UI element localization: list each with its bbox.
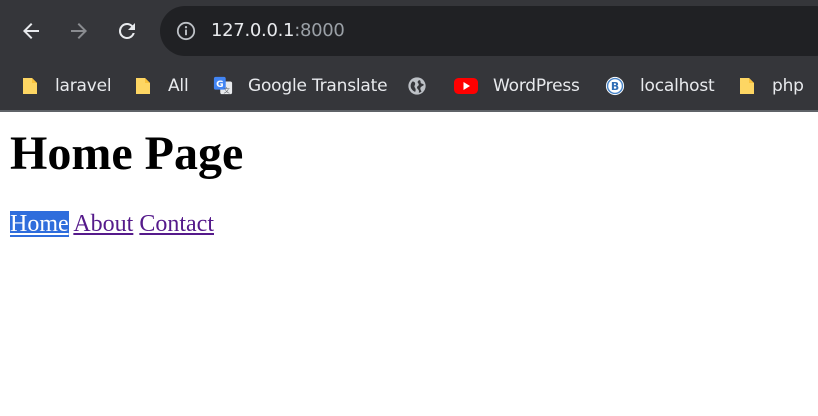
bookmark-laravel[interactable]: laravel bbox=[20, 70, 112, 102]
svg-text:文: 文 bbox=[223, 85, 230, 94]
nav-link-contact[interactable]: Contact bbox=[139, 211, 214, 237]
b-badge-icon: B bbox=[605, 76, 625, 96]
bookmark-label: php bbox=[772, 76, 804, 96]
address-bar[interactable]: 127.0.0.1:8000 bbox=[160, 6, 818, 56]
url-port: :8000 bbox=[294, 20, 345, 41]
bookmark-globe[interactable] bbox=[407, 70, 442, 102]
nav-link-about[interactable]: About bbox=[73, 211, 133, 237]
bookmark-all[interactable]: All bbox=[133, 70, 189, 102]
folder-icon bbox=[133, 76, 153, 96]
nav-link-home[interactable]: Home bbox=[10, 211, 69, 237]
arrow-right-icon bbox=[71, 23, 87, 39]
back-button[interactable] bbox=[13, 13, 49, 49]
arrow-left-icon bbox=[23, 23, 39, 39]
reload-icon bbox=[118, 22, 135, 39]
url-text[interactable]: 127.0.0.1:8000 bbox=[211, 19, 345, 43]
bookmark-google-translate[interactable]: G 文 Google Translate bbox=[213, 70, 388, 102]
forward-button[interactable] bbox=[61, 13, 97, 49]
folder-icon bbox=[20, 76, 40, 96]
google-translate-icon: G 文 bbox=[213, 76, 233, 96]
url-host: 127.0.0.1 bbox=[211, 20, 295, 41]
svg-text:B: B bbox=[611, 80, 619, 93]
bookmark-label: laravel bbox=[55, 76, 112, 96]
youtube-icon bbox=[454, 76, 478, 96]
bookmark-php[interactable]: php bbox=[737, 70, 804, 102]
folder-icon bbox=[737, 76, 757, 96]
bookmark-label: Google Translate bbox=[248, 76, 388, 96]
bookmark-label: All bbox=[168, 76, 189, 96]
reload-button[interactable] bbox=[109, 13, 145, 49]
page-viewport: Home Page Home About Contact bbox=[0, 112, 818, 416]
bookmark-wordpress[interactable]: WordPress bbox=[454, 70, 580, 102]
globe-icon bbox=[407, 76, 427, 96]
bookmark-localhost[interactable]: B localhost bbox=[605, 70, 715, 102]
page-title: Home Page bbox=[10, 127, 244, 180]
bookmarks-bar: laravel All G 文 Google Translate WordPre… bbox=[0, 62, 818, 110]
info-icon[interactable] bbox=[176, 21, 196, 41]
page-nav: Home About Contact bbox=[10, 210, 214, 238]
browser-toolbar: 127.0.0.1:8000 bbox=[0, 0, 818, 62]
bookmark-label: localhost bbox=[640, 76, 715, 96]
svg-text:G: G bbox=[216, 80, 223, 90]
bookmark-label: WordPress bbox=[493, 76, 580, 96]
